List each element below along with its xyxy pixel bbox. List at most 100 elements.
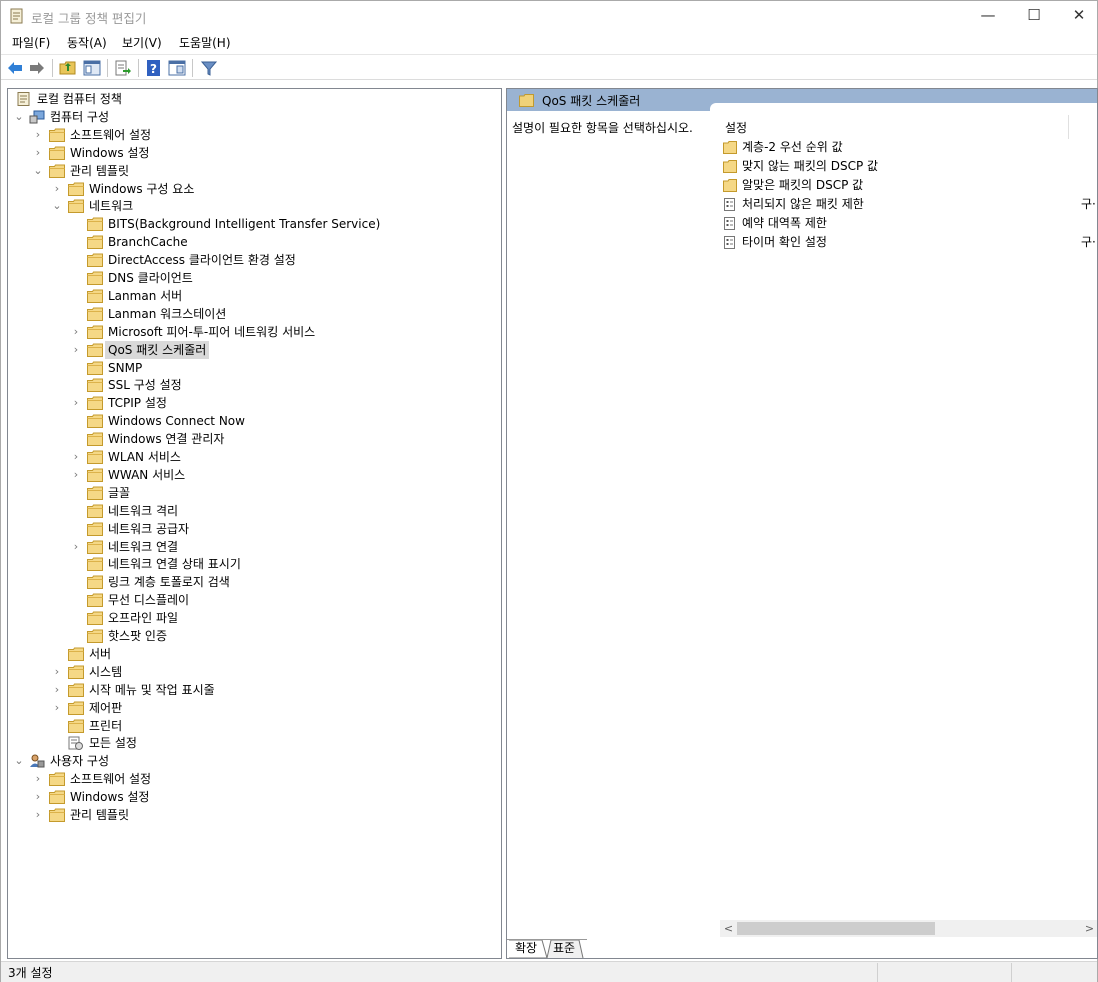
tree-item[interactable]: › QoS 패킷 스케줄러	[8, 340, 498, 359]
tree-item[interactable]: › 시작 메뉴 및 작업 표시줄	[8, 681, 498, 699]
tree-item[interactable]: ⌄ 네트워크	[8, 197, 498, 215]
status-bar: 3개 설정	[1, 961, 1097, 982]
folder-icon	[87, 271, 103, 285]
properties-icon[interactable]	[168, 59, 186, 77]
tree-item[interactable]: BranchCache	[8, 233, 498, 251]
tree-item[interactable]: › 소프트웨어 설정	[8, 770, 498, 788]
tree-item[interactable]: › Windows 설정	[8, 144, 498, 162]
chevron-right-icon[interactable]: ›	[32, 144, 44, 162]
tree-item-label: SSL 구성 설정	[108, 378, 182, 393]
tree-item[interactable]: ⌄ 사용자 구성	[8, 752, 498, 770]
folder-icon	[519, 94, 534, 107]
chevron-right-icon[interactable]: ›	[51, 180, 63, 198]
tree-item[interactable]: 로컬 컴퓨터 정책	[8, 90, 498, 108]
tree-item[interactable]: 핫스팟 인증	[8, 627, 498, 645]
tree-item[interactable]: ⌄ 관리 템플릿	[8, 162, 498, 180]
chevron-right-icon[interactable]: ›	[51, 681, 63, 699]
chevron-right-icon[interactable]: ›	[70, 341, 82, 359]
tree-item[interactable]: › TCPIP 설정	[8, 394, 498, 412]
tree-item-label: Lanman 서버	[108, 288, 183, 303]
column-header-setting[interactable]: 설정	[725, 119, 747, 136]
close-button[interactable]: ✕	[1056, 1, 1098, 31]
chevron-right-icon[interactable]: ›	[70, 394, 82, 412]
forward-arrow-icon[interactable]	[28, 59, 46, 77]
chevron-down-icon[interactable]: ⌄	[13, 752, 25, 770]
tree-item[interactable]: Lanman 워크스테이션	[8, 305, 498, 323]
menu-action[interactable]: 동작(A)	[67, 34, 107, 51]
tree-item[interactable]: 모든 설정	[8, 734, 498, 752]
tree-item[interactable]: › 제어판	[8, 699, 498, 717]
maximize-button[interactable]: ☐	[1011, 1, 1057, 31]
chevron-right-icon[interactable]: ›	[32, 806, 44, 824]
filter-icon[interactable]	[200, 59, 218, 77]
tree-item[interactable]: › 시스템	[8, 663, 498, 681]
tree-item[interactable]: SNMP	[8, 359, 498, 377]
folder-icon	[87, 486, 103, 500]
tree-item[interactable]: SSL 구성 설정	[8, 376, 498, 394]
chevron-right-icon[interactable]: ›	[70, 448, 82, 466]
help-icon[interactable]: ?	[145, 59, 163, 77]
tab-extended[interactable]: 확장	[511, 940, 541, 958]
export-list-icon[interactable]	[114, 59, 132, 77]
chevron-right-icon[interactable]: ›	[32, 126, 44, 144]
chevron-down-icon[interactable]: ⌄	[51, 197, 63, 215]
tree-item[interactable]: 링크 계층 토폴로지 검색	[8, 573, 498, 591]
policy-tree[interactable]: 로컬 컴퓨터 정책 ⌄ 컴퓨터 구성 › 소프트웨어 설정 › Windows 설정 ⌄ 관리 …	[7, 88, 502, 959]
tree-item[interactable]: 무선 디스플레이	[8, 591, 498, 609]
tree-item[interactable]: › Windows 구성 요소	[8, 180, 498, 198]
tree-item-label: 관리 템플릿	[70, 808, 130, 822]
chevron-down-icon[interactable]: ⌄	[13, 108, 25, 126]
folder-icon	[87, 343, 103, 357]
minimize-button[interactable]: —	[965, 1, 1011, 31]
horizontal-scrollbar[interactable]: < >	[720, 920, 1097, 937]
tree-item[interactable]: › 관리 템플릿	[8, 806, 498, 824]
tree-item[interactable]: Windows Connect Now	[8, 412, 498, 430]
back-arrow-icon[interactable]	[6, 59, 24, 77]
chevron-right-icon[interactable]: ›	[70, 323, 82, 341]
view-tabs: 확장 표준	[507, 939, 1097, 958]
menu-help[interactable]: 도움말(H)	[179, 34, 231, 51]
tree-item[interactable]: DNS 클라이언트	[8, 269, 498, 287]
tree-item[interactable]: › 네트워크 연결	[8, 538, 498, 556]
chevron-down-icon[interactable]: ⌄	[32, 162, 44, 180]
tree-item[interactable]: DirectAccess 클라이언트 환경 설정	[8, 251, 498, 269]
tree-item[interactable]: 오프라인 파일	[8, 609, 498, 627]
chevron-right-icon[interactable]: ›	[51, 663, 63, 681]
folder-icon	[87, 325, 103, 339]
tree-item-label: WLAN 서비스	[108, 450, 181, 464]
tree-item[interactable]: 네트워크 격리	[8, 502, 498, 520]
menu-file[interactable]: 파일(F)	[12, 34, 50, 51]
chevron-right-icon[interactable]: ›	[70, 538, 82, 556]
tab-standard[interactable]: 표준	[549, 940, 579, 958]
details-pane: QoS 패킷 스케줄러 설명이 필요한 항목을 선택하십시오. 설정 계층-2 …	[506, 88, 1098, 959]
computer-icon	[29, 110, 45, 124]
tree-item-label: Microsoft 피어-투-피어 네트워킹 서비스	[108, 324, 316, 339]
tree-item[interactable]: 서버	[8, 645, 498, 663]
chevron-right-icon[interactable]: ›	[51, 699, 63, 717]
tree-item[interactable]: BITS(Background Intelligent Transfer Ser…	[8, 215, 498, 233]
tree-item[interactable]: › 소프트웨어 설정	[8, 126, 498, 144]
scroll-thumb[interactable]	[737, 922, 935, 935]
tree-item[interactable]: › Windows 설정	[8, 788, 498, 806]
window-title: 로컬 그룹 정책 편집기	[31, 11, 147, 26]
tree-item[interactable]: › WLAN 서비스	[8, 448, 498, 466]
scroll-right-icon[interactable]: >	[1081, 920, 1097, 937]
tree-item[interactable]: 네트워크 연결 상태 표시기	[8, 555, 498, 573]
chevron-right-icon[interactable]: ›	[70, 466, 82, 484]
up-folder-icon[interactable]	[59, 59, 77, 77]
folder-icon	[723, 141, 737, 154]
chevron-right-icon[interactable]: ›	[32, 770, 44, 788]
tree-item[interactable]: Lanman 서버	[8, 287, 498, 305]
scroll-left-icon[interactable]: <	[720, 920, 737, 937]
folder-icon	[68, 683, 84, 697]
show-hide-tree-icon[interactable]	[83, 59, 101, 77]
chevron-right-icon[interactable]: ›	[32, 788, 44, 806]
tree-item[interactable]: 네트워크 공급자	[8, 520, 498, 538]
tree-item[interactable]: ⌄ 컴퓨터 구성	[8, 108, 498, 126]
tree-item[interactable]: › Microsoft 피어-투-피어 네트워킹 서비스	[8, 323, 498, 341]
tree-item[interactable]: 프린터	[8, 717, 498, 735]
tree-item[interactable]: 글꼴	[8, 484, 498, 502]
menu-view[interactable]: 보기(V)	[122, 34, 162, 51]
tree-item[interactable]: › WWAN 서비스	[8, 466, 498, 484]
tree-item[interactable]: Windows 연결 관리자	[8, 430, 498, 448]
